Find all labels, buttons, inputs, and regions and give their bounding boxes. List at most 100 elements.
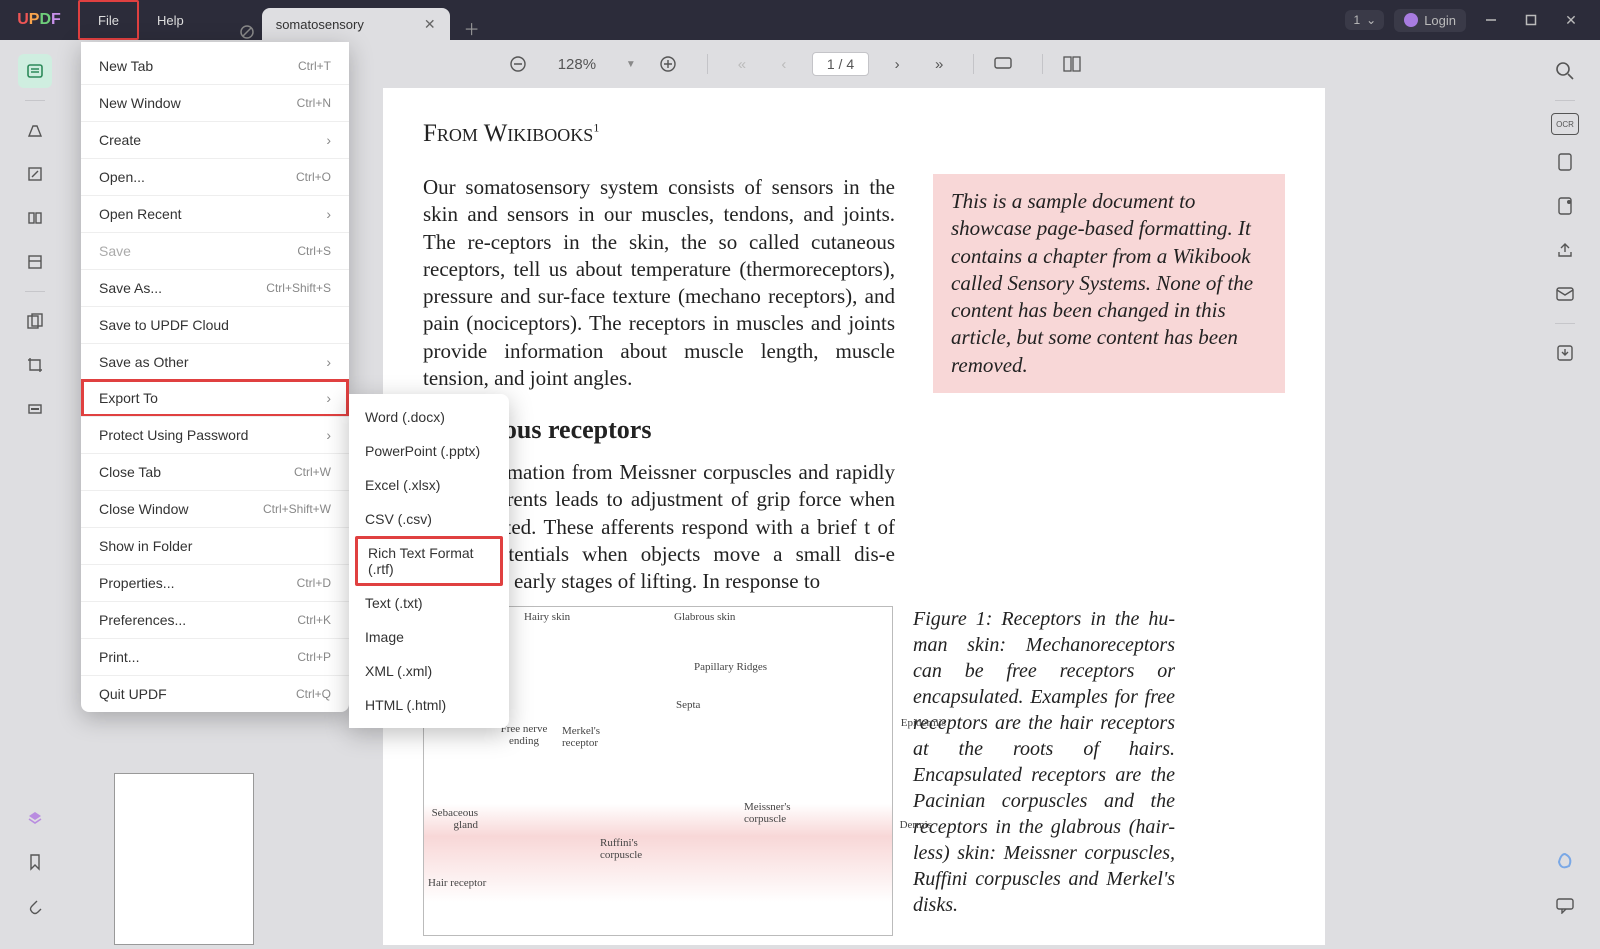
menu-show-in-folder[interactable]: Show in Folder [81,527,349,564]
menu-quit[interactable]: Quit UPDF Ctrl+Q [81,675,349,712]
fig-label: Papillary Ridges [694,661,767,673]
menu-properties[interactable]: Properties... Ctrl+D [81,564,349,601]
menu-close-tab[interactable]: Close Tab Ctrl+W [81,453,349,490]
workspace-selector[interactable]: 1 ⌄ [1345,10,1384,30]
rail-attachment-icon[interactable] [18,889,52,923]
rail-pages-icon[interactable] [18,201,52,235]
first-page-button[interactable]: « [728,56,756,73]
mi-label: PowerPoint (.pptx) [365,443,480,459]
rail-edit-icon[interactable] [18,157,52,191]
flatten-button[interactable] [1548,189,1582,223]
chevron-right-icon: › [326,390,331,406]
rail-reader-icon[interactable] [18,54,52,88]
menu-help[interactable]: Help [139,0,202,40]
zoom-level: 128% [551,56,603,73]
compress-button[interactable] [1548,145,1582,179]
menu-save-as[interactable]: Save As... Ctrl+Shift+S [81,269,349,306]
export-word[interactable]: Word (.docx) [349,400,509,434]
rail-form-icon[interactable] [18,245,52,279]
callout-box: This is a sample document to showcase pa… [933,174,1285,393]
menu-export-to[interactable]: Export To › [81,379,349,417]
close-window-button[interactable]: ✕ [1556,12,1586,29]
menu-new-tab[interactable]: New Tab Ctrl+T [81,42,349,84]
minimize-button[interactable] [1476,14,1506,26]
rail-crop-icon[interactable] [18,348,52,382]
toolbar-separator [707,54,708,74]
menu-open[interactable]: Open... Ctrl+O [81,158,349,195]
export-csv[interactable]: CSV (.csv) [349,502,509,536]
fig-label: Sebaceous gland [418,807,478,831]
mi-label: New Window [99,95,181,111]
mi-label: New Tab [99,58,153,74]
fig-label: Septa [676,699,700,711]
mi-label: Open... [99,169,145,185]
rail-bookmark-icon[interactable] [18,845,52,879]
page-thumbnail[interactable] [114,773,254,945]
menu-save-cloud[interactable]: Save to UPDF Cloud [81,306,349,343]
rail-redact-icon[interactable] [18,392,52,426]
menu-new-window[interactable]: New Window Ctrl+N [81,84,349,121]
mi-shortcut: Ctrl+W [294,465,331,479]
mi-label: Protect Using Password [99,427,248,443]
fig-label: Glabrous skin [674,611,735,623]
mi-shortcut: Ctrl+Shift+S [266,281,331,295]
zoom-out-button[interactable] [509,55,537,73]
figure-caption: Figure 1: Receptors in the hu-man skin: … [913,606,1175,936]
mi-label: Image [365,629,404,645]
menu-preferences[interactable]: Preferences... Ctrl+K [81,601,349,638]
tab-active[interactable]: somatosensory ✕ [262,8,450,40]
left-rail [4,40,66,945]
view-mode-button[interactable] [1063,56,1091,72]
maximize-button[interactable] [1516,14,1546,26]
rail-organize-icon[interactable] [18,304,52,338]
menu-create[interactable]: Create › [81,121,349,158]
mi-shortcut: Ctrl+P [297,650,331,664]
export-pptx[interactable]: PowerPoint (.pptx) [349,434,509,468]
export-xlsx[interactable]: Excel (.xlsx) [349,468,509,502]
share-button[interactable] [1548,233,1582,267]
menu-open-recent[interactable]: Open Recent › [81,195,349,232]
login-label: Login [1424,13,1456,28]
mi-label: Preferences... [99,612,186,628]
menu-print[interactable]: Print... Ctrl+P [81,638,349,675]
search-button[interactable] [1548,54,1582,88]
mi-label: Create [99,132,141,148]
export-txt[interactable]: Text (.txt) [349,586,509,620]
pdf-page: From Wikibooks1 Our somatosensory system… [383,88,1325,945]
comment-button[interactable] [1548,889,1582,923]
tab-close-icon[interactable]: ✕ [424,16,436,33]
workspace-count: 1 [1353,13,1360,27]
mi-label: Properties... [99,575,174,591]
email-button[interactable] [1548,277,1582,311]
zoom-dropdown[interactable]: ▼ [617,59,645,70]
menu-close-window[interactable]: Close Window Ctrl+Shift+W [81,490,349,527]
mi-shortcut: Ctrl+S [297,244,331,258]
tab-title: somatosensory [276,17,364,32]
tab-add-button[interactable]: ＋ [450,16,494,40]
login-button[interactable]: Login [1394,9,1466,32]
last-page-button[interactable]: » [925,56,953,73]
zoom-in-button[interactable] [659,55,687,73]
heading-text: From Wikibooks [423,120,593,147]
file-menu-dropdown: New Tab Ctrl+T New Window Ctrl+N Create … [81,42,349,712]
page-indicator[interactable]: 1 / 4 [812,52,869,76]
mi-label: Open Recent [99,206,182,222]
rail-highlighter-icon[interactable] [18,113,52,147]
menu-protect[interactable]: Protect Using Password › [81,416,349,453]
save-button[interactable] [1548,336,1582,370]
next-page-button[interactable]: › [883,56,911,73]
ocr-button[interactable]: OCR [1551,113,1579,135]
paragraph-intro: Our somatosensory system consists of sen… [423,174,895,393]
export-html[interactable]: HTML (.html) [349,688,509,722]
prev-page-button[interactable]: ‹ [770,56,798,73]
ai-button[interactable] [1548,845,1582,879]
presentation-button[interactable] [994,57,1022,71]
section-heading: Cutaneous receptors [423,415,1285,445]
menu-save-other[interactable]: Save as Other › [81,343,349,380]
export-rtf[interactable]: Rich Text Format (.rtf) [355,536,503,586]
toolbar-separator [973,54,974,74]
export-image[interactable]: Image [349,620,509,654]
rail-layers-icon[interactable] [18,801,52,835]
menu-file[interactable]: File [78,0,139,40]
export-xml[interactable]: XML (.xml) [349,654,509,688]
